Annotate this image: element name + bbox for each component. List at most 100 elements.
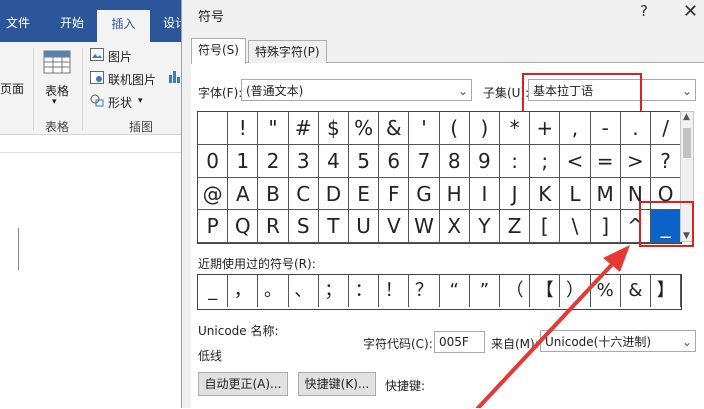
- scrollbar-thumb[interactable]: [683, 128, 691, 158]
- recent-symbol-cell[interactable]: ？: [409, 275, 440, 307]
- recent-symbol-cell[interactable]: _: [198, 275, 229, 307]
- symbol-cell[interactable]: .: [620, 112, 651, 145]
- symbol-cell[interactable]: 1: [228, 144, 259, 178]
- recent-symbol-cell[interactable]: ）: [560, 275, 591, 307]
- ribbon-picture-label[interactable]: 图片: [108, 48, 132, 65]
- symbol-cell[interactable]: [: [530, 210, 561, 243]
- symbol-cell[interactable]: 8: [439, 144, 470, 178]
- symbol-cell[interactable]: F: [379, 177, 410, 211]
- recent-symbol-cell[interactable]: ：: [349, 275, 380, 307]
- tab-insert[interactable]: 插入: [97, 10, 150, 42]
- symbol-cell[interactable]: @: [198, 177, 229, 211]
- recent-symbol-cell[interactable]: 。: [258, 275, 289, 307]
- chevron-down-icon[interactable]: ⌄: [679, 80, 695, 100]
- autocorrect-button[interactable]: 自动更正(A)...: [198, 372, 288, 396]
- symbol-cell[interactable]: I: [469, 177, 500, 211]
- recent-symbol-cell[interactable]: ”: [470, 275, 500, 307]
- symbol-cell[interactable]: E: [349, 177, 380, 211]
- recent-symbol-cell[interactable]: %: [591, 275, 621, 307]
- symbol-cell[interactable]: G: [409, 177, 440, 211]
- chevron-down-icon[interactable]: ⌄: [455, 80, 471, 100]
- recent-symbol-cell[interactable]: ！: [379, 275, 410, 307]
- font-select[interactable]: (普通文本) ⌄: [241, 79, 472, 101]
- symbol-cell[interactable]: :: [500, 144, 531, 178]
- symbol-grid[interactable]: ! " # $% & '() * +, -./ 0 1 2 3 4 5 6 7 8 9:; < = >? @ A B C D E F G H…: [197, 111, 682, 244]
- table-icon[interactable]: [43, 50, 71, 77]
- symbol-cell[interactable]: >: [620, 144, 651, 178]
- symbol-cell[interactable]: /: [651, 112, 682, 145]
- tab-home[interactable]: 开始: [60, 14, 84, 31]
- shortcut-key-button[interactable]: 快捷键(K)...: [298, 372, 376, 396]
- recent-symbol-cell[interactable]: 【: [530, 275, 561, 307]
- symbol-cell[interactable]: #: [288, 112, 319, 145]
- symbol-cell[interactable]: L: [560, 177, 591, 211]
- symbol-cell[interactable]: S: [288, 210, 319, 243]
- symbol-cell[interactable]: -: [590, 112, 621, 145]
- symbol-cell[interactable]: Z: [500, 210, 531, 243]
- recent-symbol-cell[interactable]: “: [440, 275, 470, 307]
- tab-file[interactable]: 文件: [6, 14, 30, 31]
- symbol-cell[interactable]: V: [379, 210, 410, 243]
- recent-symbol-cell[interactable]: ；: [319, 275, 349, 307]
- chevron-down-icon[interactable]: ⌄: [679, 331, 695, 351]
- symbol-cell[interactable]: X: [439, 210, 470, 243]
- symbol-cell[interactable]: 4: [318, 144, 349, 178]
- help-button[interactable]: ?: [640, 2, 648, 20]
- symbol-cell[interactable]: Y: [469, 210, 500, 243]
- symbol-cell[interactable]: ]: [590, 210, 621, 243]
- symbol-cell[interactable]: B: [258, 177, 289, 211]
- symbol-cell[interactable]: 3: [288, 144, 319, 178]
- ribbon-table-label[interactable]: 表格: [45, 82, 69, 99]
- symbol-cell[interactable]: P: [198, 210, 229, 243]
- symbol-cell[interactable]: =: [590, 144, 621, 178]
- symbol-cell[interactable]: *: [500, 112, 531, 145]
- recent-symbol-cell[interactable]: ，: [228, 275, 259, 307]
- symbol-cell[interactable]: 5: [349, 144, 380, 178]
- symbol-cell[interactable]: (: [439, 112, 470, 145]
- symbol-cell[interactable]: \: [560, 210, 591, 243]
- symbol-cell[interactable]: U: [349, 210, 380, 243]
- symbol-cell[interactable]: $: [318, 112, 349, 145]
- chart-icon[interactable]: [168, 69, 180, 86]
- symbol-cell[interactable]: &: [379, 112, 410, 145]
- symbol-cell[interactable]: ?: [651, 144, 682, 178]
- symbol-cell[interactable]: W: [409, 210, 440, 243]
- symbol-cell[interactable]: Q: [228, 210, 259, 243]
- ribbon-shapes-label[interactable]: 形状: [108, 94, 132, 111]
- ribbon-online-picture-label[interactable]: 联机图片: [108, 71, 156, 88]
- symbol-cell[interactable]: 7: [409, 144, 440, 178]
- symbol-cell[interactable]: 2: [258, 144, 289, 178]
- symbol-cell[interactable]: ': [409, 112, 440, 145]
- tab-special-characters[interactable]: 特殊字符(P): [248, 40, 327, 63]
- symbol-cell[interactable]: D: [318, 177, 349, 211]
- symbol-cell[interactable]: ;: [530, 144, 561, 178]
- symbol-cell[interactable]: A: [228, 177, 259, 211]
- symbol-cell[interactable]: +: [530, 112, 561, 145]
- symbol-cell[interactable]: J: [500, 177, 531, 211]
- symbol-cell[interactable]: H: [439, 177, 470, 211]
- recent-symbol-cell[interactable]: （: [500, 275, 531, 307]
- from-select[interactable]: Unicode(十六进制) ⌄: [540, 330, 696, 352]
- symbol-cell[interactable]: %: [349, 112, 380, 145]
- symbol-cell[interactable]: C: [288, 177, 319, 211]
- symbol-cell[interactable]: M: [590, 177, 621, 211]
- close-button[interactable]: ✕: [683, 1, 698, 22]
- document-area[interactable]: [0, 135, 190, 408]
- symbol-cell[interactable]: T: [318, 210, 349, 243]
- symbol-cell[interactable]: ,: [560, 112, 591, 145]
- symbol-cell[interactable]: ": [258, 112, 289, 145]
- symbol-cell[interactable]: K: [530, 177, 561, 211]
- char-code-input[interactable]: 005F: [434, 331, 485, 353]
- symbol-cell[interactable]: !: [228, 112, 259, 145]
- recent-symbol-cell[interactable]: &: [621, 275, 651, 307]
- symbol-cell[interactable]: R: [258, 210, 289, 243]
- recent-symbol-cell[interactable]: 】: [651, 275, 682, 307]
- symbol-cell[interactable]: ): [469, 112, 500, 145]
- ribbon-page-label[interactable]: 页面: [0, 80, 24, 97]
- symbol-cell[interactable]: 0: [198, 144, 229, 178]
- symbol-cell[interactable]: [198, 112, 229, 145]
- tab-symbols[interactable]: 符号(S): [191, 38, 246, 64]
- scroll-up-icon[interactable]: ▲: [683, 112, 690, 122]
- symbol-cell[interactable]: 6: [379, 144, 410, 178]
- symbol-cell[interactable]: 9: [469, 144, 500, 178]
